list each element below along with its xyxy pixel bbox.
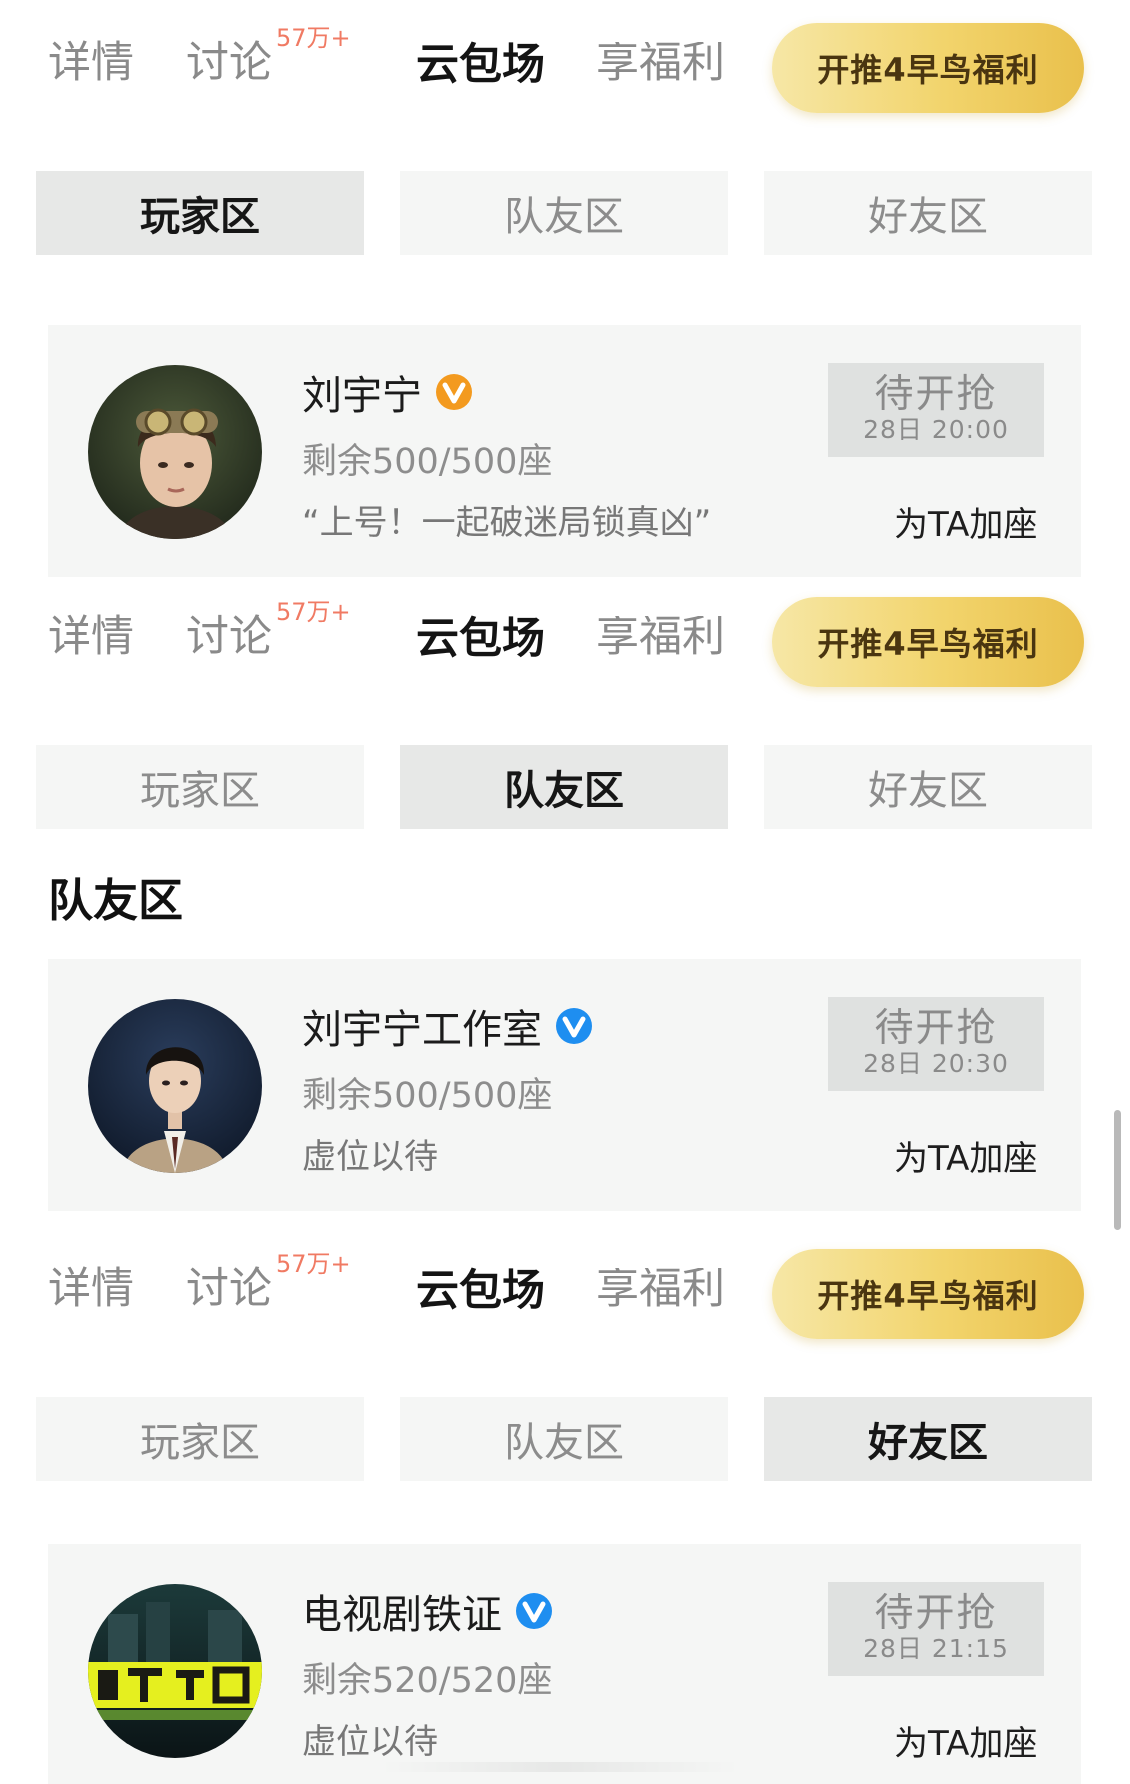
early-bird-promo-button[interactable]: 开推4早鸟福利 [772, 23, 1084, 113]
add-seat-link[interactable]: 为TA加座 [894, 1131, 1037, 1180]
zone-tab-teammate[interactable]: 队友区 [400, 1397, 728, 1481]
tab-cloud-screening[interactable]: 云包场 [416, 44, 545, 87]
add-seat-link[interactable]: 为TA加座 [894, 1716, 1037, 1765]
tab-discussion[interactable]: 讨论 [186, 616, 272, 659]
blue-v-icon [556, 1008, 592, 1044]
status-badge: 待开抢 28日 20:00 [828, 363, 1044, 457]
orange-v-icon [436, 374, 472, 410]
seats-remaining: 剩余500/500座 [302, 1076, 553, 1116]
avatar[interactable] [88, 999, 262, 1173]
tab-benefits[interactable]: 享福利 [596, 1268, 726, 1311]
scrollbar[interactable] [1114, 1110, 1121, 1230]
start-time: 28日 21:15 [863, 1634, 1009, 1664]
zone-tab-player[interactable]: 玩家区 [36, 171, 364, 255]
status-label: 待开抢 [874, 1590, 998, 1636]
reservation-card: 刘宇宁工作室 剩余500/500座 虚位以待 待开抢 28日 20:30 为TA… [48, 959, 1081, 1211]
account-name[interactable]: 电视剧铁证 [302, 1582, 552, 1640]
early-bird-promo-button[interactable]: 开推4早鸟福利 [772, 597, 1084, 687]
tab-cloud-screening[interactable]: 云包场 [416, 1270, 545, 1313]
card-slogan: 虚位以待 [302, 1137, 438, 1177]
reservation-card: 刘宇宁 剩余500/500座 “上号！一起破迷局锁真凶” 待开抢 28日 20:… [48, 325, 1081, 577]
tab-cloud-screening[interactable]: 云包场 [416, 618, 545, 661]
zone-tab-friend[interactable]: 好友区 [764, 171, 1092, 255]
tab-details[interactable]: 详情 [48, 1268, 134, 1311]
account-name[interactable]: 刘宇宁 [302, 363, 472, 421]
seats-remaining: 剩余520/520座 [302, 1661, 553, 1701]
zone-tab-player[interactable]: 玩家区 [36, 1397, 364, 1481]
card-slogan: “上号！一起破迷局锁真凶” [302, 503, 712, 543]
card-slogan: 虚位以待 [302, 1722, 438, 1762]
account-name-text: 刘宇宁 [302, 373, 422, 419]
seats-remaining: 剩余500/500座 [302, 442, 553, 482]
section-title: 队友区 [48, 874, 184, 927]
reservation-card: 电视剧铁证 剩余520/520座 虚位以待 待开抢 28日 21:15 为TA加… [48, 1544, 1081, 1784]
early-bird-promo-button[interactable]: 开推4早鸟福利 [772, 1249, 1084, 1339]
tab-details[interactable]: 详情 [48, 616, 134, 659]
status-badge: 待开抢 28日 20:30 [828, 997, 1044, 1091]
discussion-count-badge: 57万+ [276, 1250, 351, 1278]
discussion-count-badge: 57万+ [276, 24, 351, 52]
status-badge: 待开抢 28日 21:15 [828, 1582, 1044, 1676]
discussion-count-badge: 57万+ [276, 598, 351, 626]
add-seat-link[interactable]: 为TA加座 [894, 497, 1037, 546]
tab-benefits[interactable]: 享福利 [596, 616, 726, 659]
zone-tab-friend[interactable]: 好友区 [764, 1397, 1092, 1481]
avatar[interactable] [88, 1584, 262, 1758]
tab-discussion[interactable]: 讨论 [186, 1268, 272, 1311]
start-time: 28日 20:00 [863, 415, 1009, 445]
zone-tab-friend[interactable]: 好友区 [764, 745, 1092, 829]
status-label: 待开抢 [874, 1005, 998, 1051]
zone-tab-teammate[interactable]: 队友区 [400, 745, 728, 829]
account-name[interactable]: 刘宇宁工作室 [302, 997, 592, 1055]
tab-discussion[interactable]: 讨论 [186, 42, 272, 85]
zone-tab-player[interactable]: 玩家区 [36, 745, 364, 829]
status-label: 待开抢 [874, 371, 998, 417]
blue-v-icon [516, 1593, 552, 1629]
tab-details[interactable]: 详情 [48, 42, 134, 85]
account-name-text: 刘宇宁工作室 [302, 1007, 542, 1053]
zone-tab-teammate[interactable]: 队友区 [400, 171, 728, 255]
tab-benefits[interactable]: 享福利 [596, 42, 726, 85]
avatar[interactable] [88, 365, 262, 539]
bottom-divider [380, 1762, 740, 1772]
account-name-text: 电视剧铁证 [302, 1592, 502, 1638]
start-time: 28日 20:30 [863, 1049, 1009, 1079]
